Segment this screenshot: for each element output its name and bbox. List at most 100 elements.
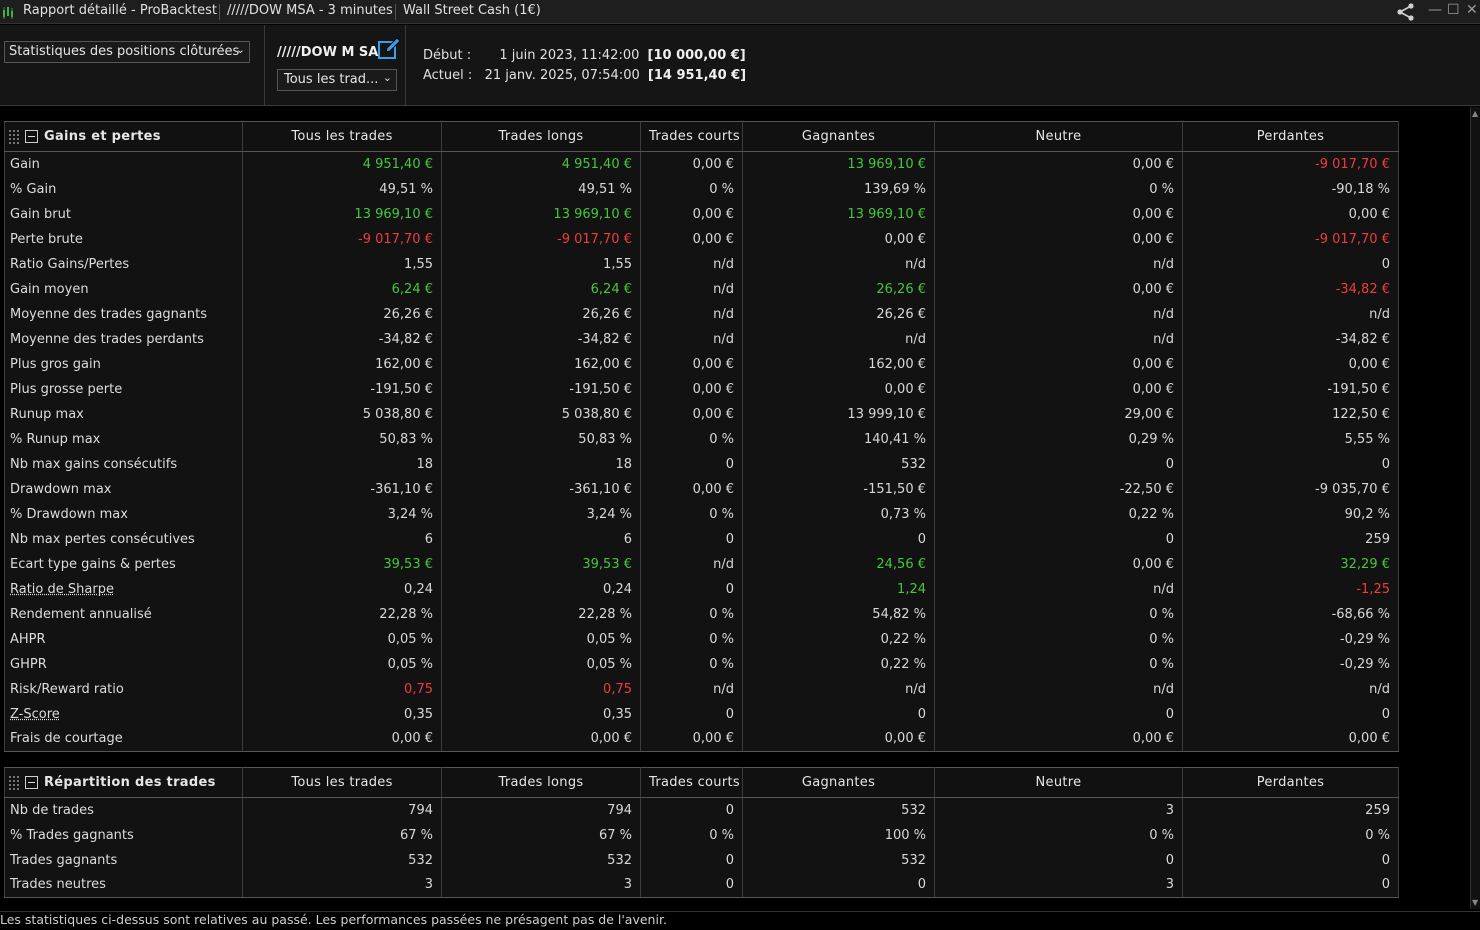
report-content[interactable]: Gains et pertes Tous les trades Trades l… <box>0 107 1470 909</box>
row-label-cell: Perte brute <box>4 226 243 252</box>
table-row: % Gain 49,51 % 49,51 % 0 % 139,69 % 0 % -90,18… <box>4 176 1399 202</box>
vertical-scrollbar[interactable]: ▲ ▼ <box>1470 107 1480 909</box>
row-label: % Gain <box>10 181 57 197</box>
table-cell: 4 951,40 € <box>242 151 442 177</box>
row-label-cell: GHPR <box>4 651 243 677</box>
table-cell: 0,00 € <box>934 351 1183 377</box>
table-row: Ratio de Sharpe 0,24 0,24 0 1,24 n/d -1,25 <box>4 576 1399 602</box>
table-cell: 0 <box>934 526 1183 552</box>
table-cell: 3 <box>441 872 641 898</box>
tab-separator <box>395 4 396 20</box>
maximize-icon[interactable]: ☐ <box>1447 2 1460 18</box>
row-label-cell: Risk/Reward ratio <box>4 676 243 702</box>
table-cell: 0 <box>742 701 935 727</box>
minimize-icon[interactable]: — <box>1428 2 1442 18</box>
row-label: % Runup max <box>10 431 101 447</box>
table-cell: 3,24 % <box>242 501 442 527</box>
row-label-cell: Drawdown max <box>4 476 243 502</box>
row-label-cell: Runup max <box>4 401 243 427</box>
table-cell: 0 <box>640 451 743 477</box>
table-cell: 3 <box>934 797 1183 823</box>
table-cell: 18 <box>242 451 442 477</box>
table-cell: 13 969,10 € <box>742 201 935 227</box>
table-cell: -9 017,70 € <box>242 226 442 252</box>
row-label: Moyenne des trades perdants <box>10 331 204 347</box>
drag-handle-icon[interactable] <box>9 129 19 144</box>
column-header[interactable]: Gagnantes <box>742 121 935 152</box>
table-cell: 0 <box>1182 847 1399 873</box>
table-cell: 0,35 <box>242 701 442 727</box>
row-label: Trades neutres <box>10 877 106 893</box>
close-icon[interactable]: ✕ <box>1466 2 1478 18</box>
scroll-up-icon[interactable]: ▲ <box>1472 109 1478 118</box>
start-info: Début : 1 juin 2023, 11:42:00 [10 000,00… <box>423 48 746 63</box>
table-cell: -9 017,70 € <box>1182 151 1399 177</box>
drag-handle-icon[interactable] <box>9 775 19 790</box>
column-header[interactable]: Trades courts <box>640 121 743 152</box>
table-row: Moyenne des trades perdants -34,82 € -34,8… <box>4 326 1399 352</box>
collapse-icon[interactable] <box>25 130 38 143</box>
table-cell: 39,53 € <box>441 551 641 577</box>
tab-rapport[interactable]: Rapport détaillé - ProBacktest <box>23 3 217 18</box>
table-cell: 0,05 % <box>242 626 442 652</box>
table-cell: 0,75 <box>242 676 442 702</box>
table-cell: 0 % <box>934 651 1183 677</box>
table-cell: -22,50 € <box>934 476 1183 502</box>
table-cell: 50,83 % <box>441 426 641 452</box>
column-header[interactable]: Trades courts <box>640 767 743 798</box>
column-header[interactable]: Perdantes <box>1182 121 1399 152</box>
current-date: 21 janv. 2025, 07:54:00 <box>484 68 640 83</box>
table-row: Plus grosse perte -191,50 € -191,50 €0,00 … <box>4 376 1399 402</box>
row-label: Drawdown max <box>10 481 112 497</box>
table-row: Drawdown max -361,10 € -361,10 €0,00 € -151… <box>4 476 1399 502</box>
table-cell: 0 <box>640 847 743 873</box>
table-cell: -9 017,70 € <box>1182 226 1399 252</box>
table-cell: 29,00 € <box>934 401 1183 427</box>
row-label[interactable]: Z-Score <box>10 707 60 722</box>
edit-icon[interactable] <box>377 37 401 61</box>
trades-filter-select[interactable]: Tous les trad... ⌄ <box>277 69 397 91</box>
repartition-table: Répartition des trades Tous les trades T… <box>4 767 1399 898</box>
column-header[interactable]: Tous les trades <box>242 767 442 798</box>
table-cell: 0 <box>934 451 1183 477</box>
table-cell: 532 <box>441 847 641 873</box>
table-cell: 0 <box>1182 251 1399 277</box>
column-header[interactable]: Neutre <box>934 121 1183 152</box>
column-header[interactable]: Tous les trades <box>242 121 442 152</box>
scroll-down-icon[interactable]: ▼ <box>1472 898 1478 907</box>
table-row: Nb de trades 794 794 0 532 3 259 <box>4 797 1399 823</box>
table-row: Trades gagnants 532 532 0 532 0 0 <box>4 847 1399 873</box>
table-cell: 0,00 € <box>640 376 743 402</box>
share-icon[interactable] <box>1396 3 1416 21</box>
tab-instrument[interactable]: Wall Street Cash (1€) <box>403 3 541 18</box>
column-header[interactable]: Trades longs <box>441 121 641 152</box>
table-cell: 26,26 € <box>742 301 935 327</box>
table-cell: 0,22 % <box>742 626 935 652</box>
section-header: Répartition des trades <box>4 767 243 798</box>
row-label: Plus gros gain <box>10 356 101 372</box>
column-header[interactable]: Neutre <box>934 767 1183 798</box>
report-header: Statistiques des positions clôturées ⌄ /… <box>0 25 1480 106</box>
table-cell: 0 % <box>934 626 1183 652</box>
table-cell: 0,00 € <box>934 551 1183 577</box>
table-cell: 0,00 € <box>640 151 743 177</box>
stats-type-select[interactable]: Statistiques des positions clôturées ⌄ <box>4 41 250 63</box>
table-cell: 22,28 % <box>441 601 641 627</box>
tab-system[interactable]: /////DOW MSA - 3 minutes <box>227 3 393 18</box>
chevron-down-icon: ⌄ <box>382 71 392 84</box>
column-header[interactable]: Gagnantes <box>742 767 935 798</box>
table-cell: 139,69 % <box>742 176 935 202</box>
row-label-cell: Rendement annualisé <box>4 601 243 627</box>
row-label-cell: Nb max pertes consécutives <box>4 526 243 552</box>
row-label[interactable]: Ratio de Sharpe <box>10 582 114 597</box>
table-cell: n/d <box>934 676 1183 702</box>
table-cell: 0 <box>640 526 743 552</box>
column-header[interactable]: Trades longs <box>441 767 641 798</box>
table-cell: 67 % <box>242 822 442 848</box>
table-cell: 4 951,40 € <box>441 151 641 177</box>
collapse-icon[interactable] <box>25 776 38 789</box>
title-bar: Rapport détaillé - ProBacktest /////DOW … <box>0 0 1480 24</box>
start-date: 1 juin 2023, 11:42:00 <box>499 48 640 63</box>
column-header[interactable]: Perdantes <box>1182 767 1399 798</box>
table-cell: 6,24 € <box>441 276 641 302</box>
